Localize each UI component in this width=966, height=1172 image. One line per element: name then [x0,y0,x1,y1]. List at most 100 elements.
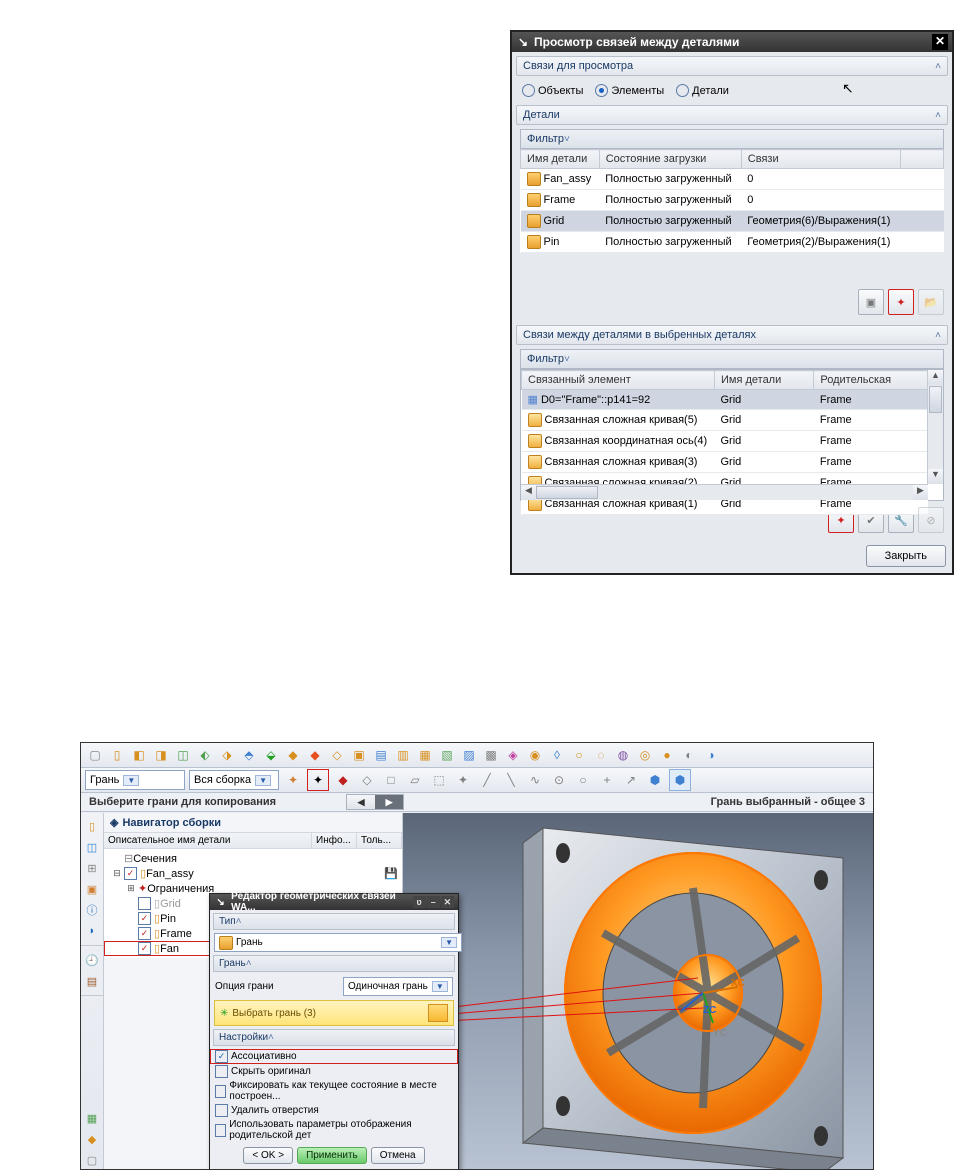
info-button[interactable]: ▣ [858,289,884,315]
info-icon[interactable]: ⓘ [83,901,101,919]
tool-icon[interactable]: ● [657,745,677,765]
select-face-row[interactable]: ✳ Выбрать грань (3) [214,1000,454,1026]
sel-icon[interactable]: ╱ [477,770,497,790]
sel-icon[interactable]: ◆ [333,770,353,790]
tool-icon[interactable]: ◐ [679,745,699,765]
col-load-state[interactable]: Состояние загрузки [599,150,741,169]
filter-header[interactable]: Фильтр ˅ [520,129,944,149]
pager[interactable]: ◀▶ [346,794,404,810]
tree-sections[interactable]: ⊟ Сечения [104,851,402,866]
table-row[interactable]: Связанная сложная кривая(5)GridFrame [522,410,928,431]
tool-icon[interactable]: ◉ [525,745,545,765]
sel-icon[interactable]: ▱ [405,770,425,790]
rss-icon[interactable]: ◗ [83,922,101,940]
section-interpart-links[interactable]: Связи между деталями в выбренных деталях… [516,325,948,345]
col-linked-element[interactable]: Связанный элемент [522,371,715,390]
tool-icon[interactable]: ▣ [83,880,101,898]
sel-icon[interactable]: ✦ [453,770,473,790]
sel-icon[interactable]: ╲ [501,770,521,790]
tool-icon[interactable]: ◌ [591,745,611,765]
table-row[interactable]: Связанная сложная кривая(3)GridFrame [522,452,928,473]
table-row[interactable]: Fan_assyПолностью загруженный0 [521,169,944,190]
chk-inherit-display[interactable]: Использовать параметры отображения родит… [210,1118,458,1142]
highlight-button[interactable]: ✦ [888,289,914,315]
tree-icon[interactable]: ◫ [83,838,101,856]
radio-objects[interactable]: Объекты [522,84,583,97]
tool-icon[interactable]: ▧ [437,745,457,765]
checkbox-icon[interactable]: ✓ [215,1050,228,1063]
tool-icon[interactable]: ◎ [635,745,655,765]
sel-icon[interactable]: ⬢ [669,769,691,791]
table-row[interactable]: PinПолностью загруженныйГеометрия(2)/Выр… [521,232,944,253]
col-part-name-2[interactable]: Имя детали [715,371,814,390]
navigator-icon[interactable]: ▯ [83,817,101,835]
tool-icon[interactable]: ◆ [283,745,303,765]
tool-icon[interactable]: ▥ [393,745,413,765]
table-row[interactable]: FrameПолностью загруженный0 [521,190,944,211]
col-info[interactable]: Инфо... [312,833,357,848]
section-details[interactable]: Детали ˄ [516,105,948,125]
open-button[interactable]: 📂 [918,289,944,315]
title-bar[interactable]: ↘ Просмотр связей между деталями ✕ [512,32,952,52]
collapse-icon[interactable]: ʋ [413,896,426,908]
close-icon[interactable]: ✕ [932,34,948,50]
tool-icon[interactable]: ◊ [547,745,567,765]
tool-icon[interactable]: ◈ [503,745,523,765]
checkbox-icon[interactable] [138,897,151,910]
table-row[interactable]: Связанная координатная ось(4)GridFrame [522,431,928,452]
tool-icon[interactable]: ▨ [459,745,479,765]
horizontal-scrollbar[interactable]: ◀ ▶ [521,484,928,500]
box-icon[interactable]: ◧ [129,745,149,765]
tool-icon[interactable]: ⬖ [195,745,215,765]
tool-icon[interactable]: ⊞ [83,859,101,877]
apply-button[interactable]: Применить [297,1147,367,1164]
tool-icon[interactable]: ○ [569,745,589,765]
sel-icon[interactable]: ◇ [357,770,377,790]
select-button[interactable] [428,1004,448,1022]
vertical-scrollbar[interactable]: ▲ ▼ [927,370,943,484]
sel-icon[interactable]: ✦ [283,770,303,790]
prev-icon[interactable]: ◀ [347,795,375,809]
ok-button[interactable]: < OK > [243,1147,293,1164]
tool-icon[interactable]: ⬙ [261,745,281,765]
checkbox-icon[interactable]: ✓ [138,912,151,925]
chk-delete-holes[interactable]: Удалить отверстия [210,1103,458,1118]
tool-icon[interactable]: ◍ [613,745,633,765]
close-icon[interactable]: ✕ [441,896,454,908]
checkbox-icon[interactable]: ✓ [124,867,137,880]
cancel-button[interactable]: Отмена [371,1147,425,1164]
graphics-viewport[interactable]: XC YC ZC [403,813,873,1169]
section-settings[interactable]: Настройки˄ [213,1029,455,1046]
col-links[interactable]: Связи [741,150,900,169]
dropdown-icon[interactable]: ▼ [432,981,448,992]
sel-icon[interactable]: ○ [573,770,593,790]
sel-highlight-icon[interactable]: ✦ [307,769,329,791]
col-part-name[interactable]: Имя детали [521,150,600,169]
dropdown-icon[interactable]: ▼ [123,775,139,786]
dropdown-icon[interactable]: ▼ [441,937,457,948]
unlink-button[interactable]: ⊘ [918,507,944,533]
tool-icon[interactable]: ▦ [415,745,435,765]
tool-icon[interactable]: ▣ [349,745,369,765]
sel-icon[interactable]: ⬢ [645,770,665,790]
face-option-combo[interactable]: Одиночная грань▼ [343,977,453,996]
sel-icon[interactable]: ↗ [621,770,641,790]
sel-icon[interactable]: □ [381,770,401,790]
history-icon[interactable]: 🕘 [83,951,101,969]
col-name[interactable]: Описательное имя детали [104,833,312,848]
scroll-left-icon[interactable]: ◀ [521,485,536,500]
tool-icon[interactable]: ◆ [305,745,325,765]
scroll-down-icon[interactable]: ▼ [928,469,943,484]
table-row-selected[interactable]: ▦ D0="Frame"::p141=92GridFrame [522,390,928,410]
box-icon-2[interactable]: ◨ [151,745,171,765]
sel-icon[interactable]: ⊙ [549,770,569,790]
scroll-up-icon[interactable]: ▲ [928,370,943,385]
type-combo[interactable]: Грань▼ [214,933,462,952]
checkbox-icon[interactable]: ✓ [138,942,151,955]
tool-icon[interactable]: ⬗ [217,745,237,765]
sel-icon[interactable]: + [597,770,617,790]
col-only[interactable]: Толь... [357,833,402,848]
section-face[interactable]: Грань˄ [213,955,455,972]
tool-icon[interactable]: ▢ [83,1151,101,1169]
tool-icon[interactable]: ◇ [327,745,347,765]
